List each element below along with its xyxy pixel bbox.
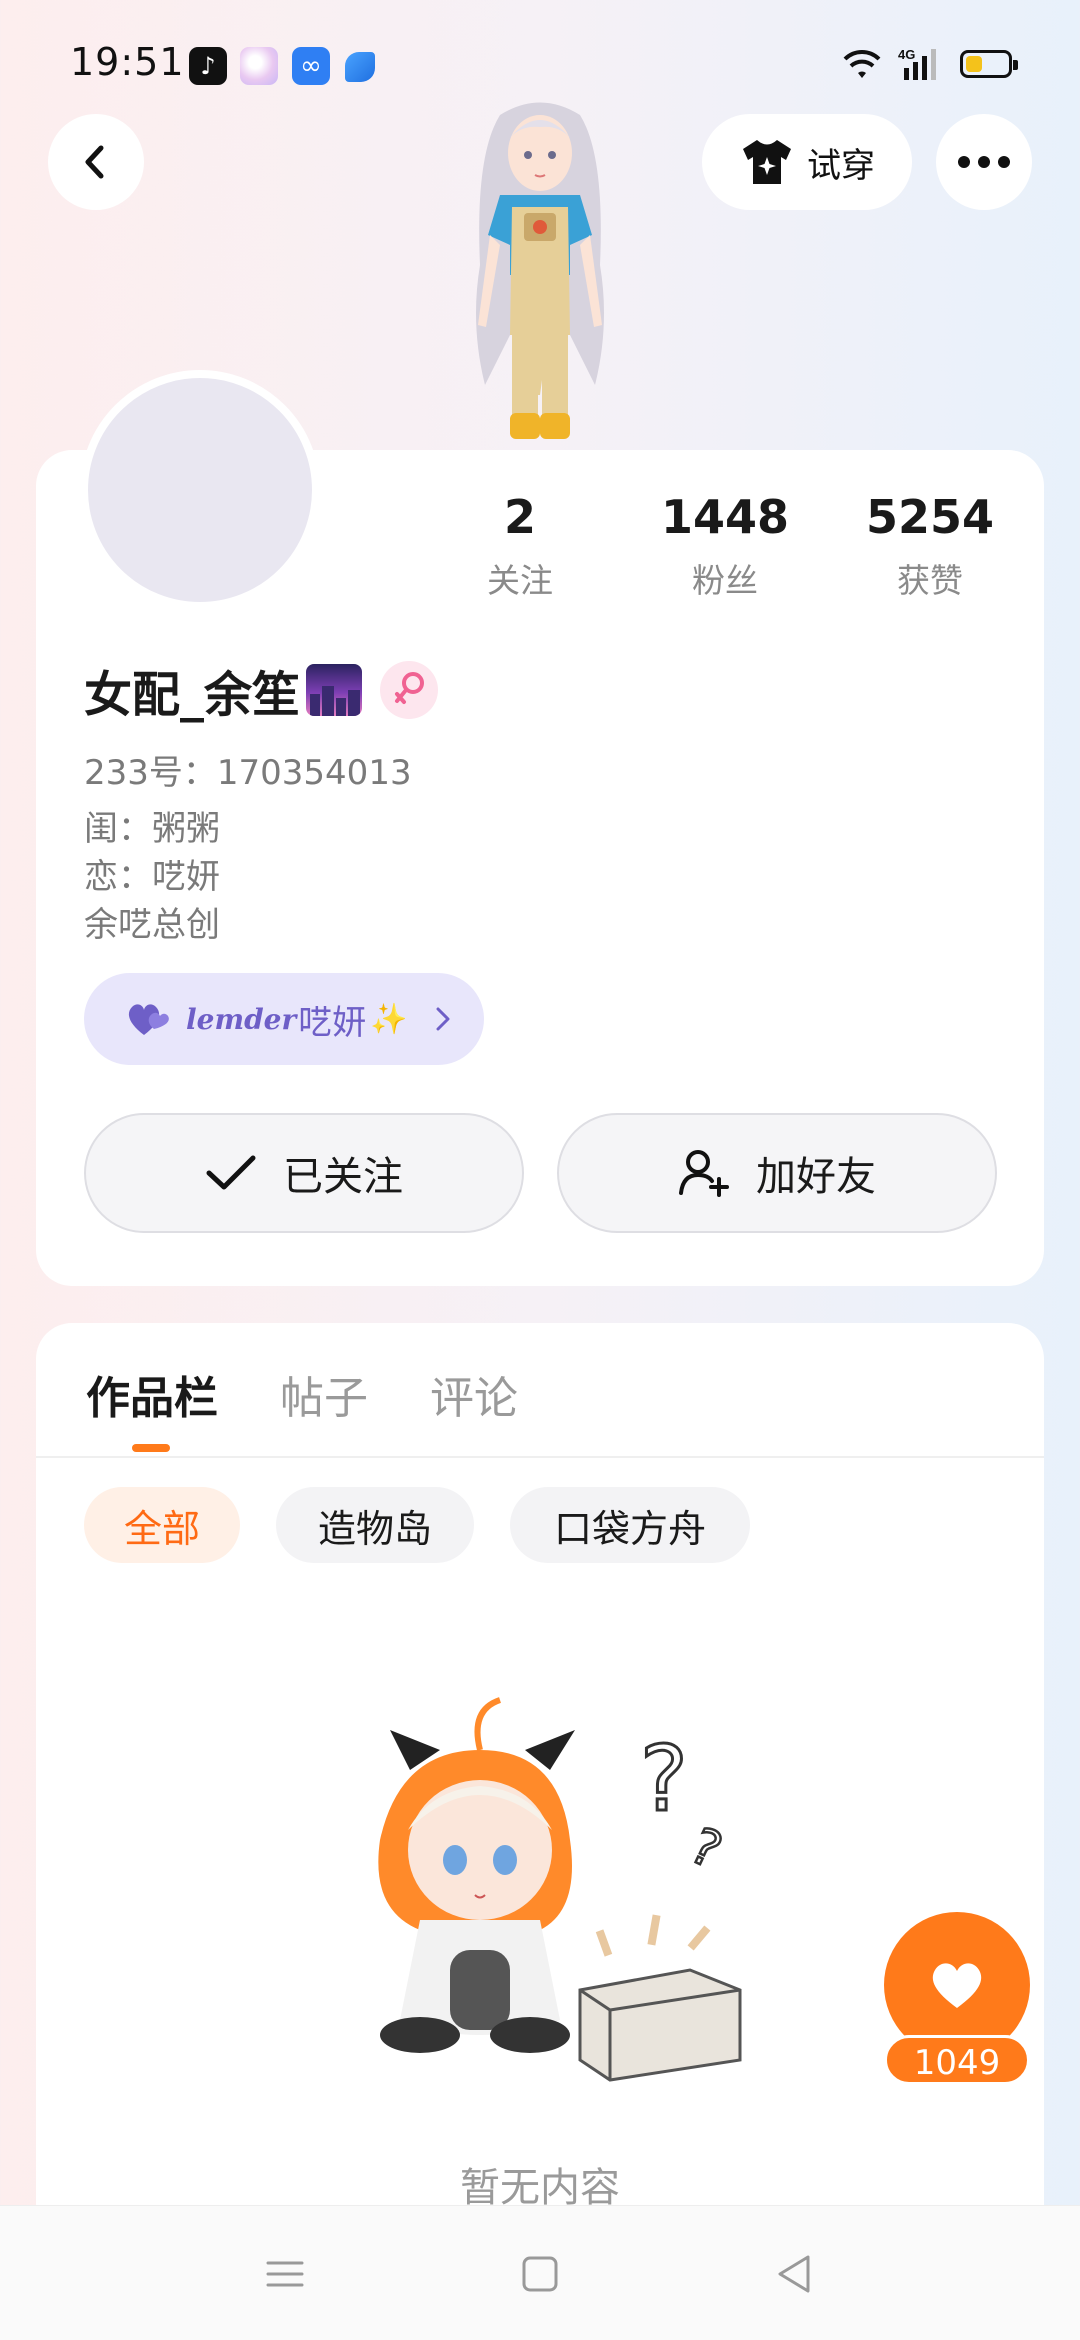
add-friend-button[interactable]: 加好友 xyxy=(557,1113,997,1233)
relationship-tag[interactable]: lemder 呓妍 ✨ xyxy=(84,973,484,1065)
stat-following-label: 关注 xyxy=(487,561,553,600)
tab-indicator xyxy=(132,1444,170,1452)
back-triangle-icon[interactable] xyxy=(772,2251,818,2297)
sparkle-emoji: ✨ xyxy=(370,1001,408,1037)
battery-icon xyxy=(960,50,1018,78)
back-button[interactable] xyxy=(48,114,144,210)
stat-likes-value: 5254 xyxy=(865,490,995,544)
status-time: 19:51 xyxy=(70,40,185,84)
stat-followers-value: 1448 xyxy=(660,490,790,544)
followed-label: 已关注 xyxy=(283,1154,403,1200)
svg-text:?: ? xyxy=(640,1727,688,1832)
user-id: 233号：170354013 xyxy=(84,753,412,793)
female-symbol-icon xyxy=(395,672,425,704)
system-nav-bar xyxy=(0,2205,1080,2340)
bubble-app-icon xyxy=(240,47,278,85)
home-square-icon[interactable] xyxy=(517,2251,563,2297)
tab-divider xyxy=(36,1456,1044,1458)
city-night-emoji-icon xyxy=(306,664,363,716)
stat-followers[interactable]: 1448 粉丝 xyxy=(635,490,815,602)
bio-line: 余呓总创 xyxy=(84,905,220,945)
infinity-app-icon: ∞ xyxy=(292,47,330,85)
network-label: 4G xyxy=(898,47,915,62)
stat-followers-label: 粉丝 xyxy=(692,561,758,600)
try-on-button[interactable]: 试穿 xyxy=(702,114,912,210)
username: 女配_余笙 xyxy=(84,667,301,723)
more-horizontal-icon xyxy=(958,156,1010,168)
checkmark-icon xyxy=(206,1155,256,1190)
add-user-icon xyxy=(679,1150,729,1197)
tab-posts[interactable]: 帖子 xyxy=(280,1362,368,1426)
try-on-label: 试穿 xyxy=(807,145,875,186)
stat-likes[interactable]: 5254 获赞 xyxy=(840,490,1020,602)
add-friend-label: 加好友 xyxy=(756,1154,876,1200)
signal-icon: 4G xyxy=(898,47,936,80)
svg-text:?: ? xyxy=(682,1816,731,1880)
stat-following[interactable]: 2 关注 xyxy=(430,490,610,602)
heart-icon xyxy=(932,1963,982,2008)
empty-state-illustration: ? ? xyxy=(378,1697,742,2082)
chip-creation-island[interactable]: 造物岛 xyxy=(276,1487,474,1563)
tab-comments[interactable]: 评论 xyxy=(430,1362,518,1426)
double-heart-icon xyxy=(128,1004,169,1035)
avatar[interactable] xyxy=(80,370,320,610)
avatar-3d-figure xyxy=(476,102,604,439)
chevron-left-icon xyxy=(85,145,104,179)
tag-script-text: lemder xyxy=(186,1002,297,1036)
gender-badge xyxy=(380,661,439,719)
chip-pocket-ark[interactable]: 口袋方舟 xyxy=(510,1487,750,1563)
stat-likes-label: 获赞 xyxy=(897,561,963,600)
tiktok-icon: ♪ xyxy=(189,47,227,85)
tshirt-sparkle-icon xyxy=(743,140,791,184)
bio-line: 闺：粥粥 xyxy=(84,809,220,849)
battery-level xyxy=(966,56,982,72)
chevron-right-icon xyxy=(436,1007,450,1031)
followed-button[interactable]: 已关注 xyxy=(84,1113,524,1233)
leaf-app-icon xyxy=(345,52,375,82)
menu-icon[interactable] xyxy=(262,2251,308,2297)
name-row: 女配_余笙 xyxy=(84,655,439,725)
chip-all[interactable]: 全部 xyxy=(84,1487,240,1563)
tab-works[interactable]: 作品栏 xyxy=(86,1362,218,1426)
bio: 闺：粥粥 恋：呓妍 余呓总创 xyxy=(84,805,220,949)
tag-text: 呓妍 xyxy=(298,1002,367,1043)
bio-line: 恋：呓妍 xyxy=(84,857,220,897)
wifi-icon xyxy=(843,49,881,78)
stat-following-value: 2 xyxy=(503,490,536,544)
more-button[interactable] xyxy=(936,114,1032,210)
like-count: 1049 xyxy=(884,2035,1030,2085)
